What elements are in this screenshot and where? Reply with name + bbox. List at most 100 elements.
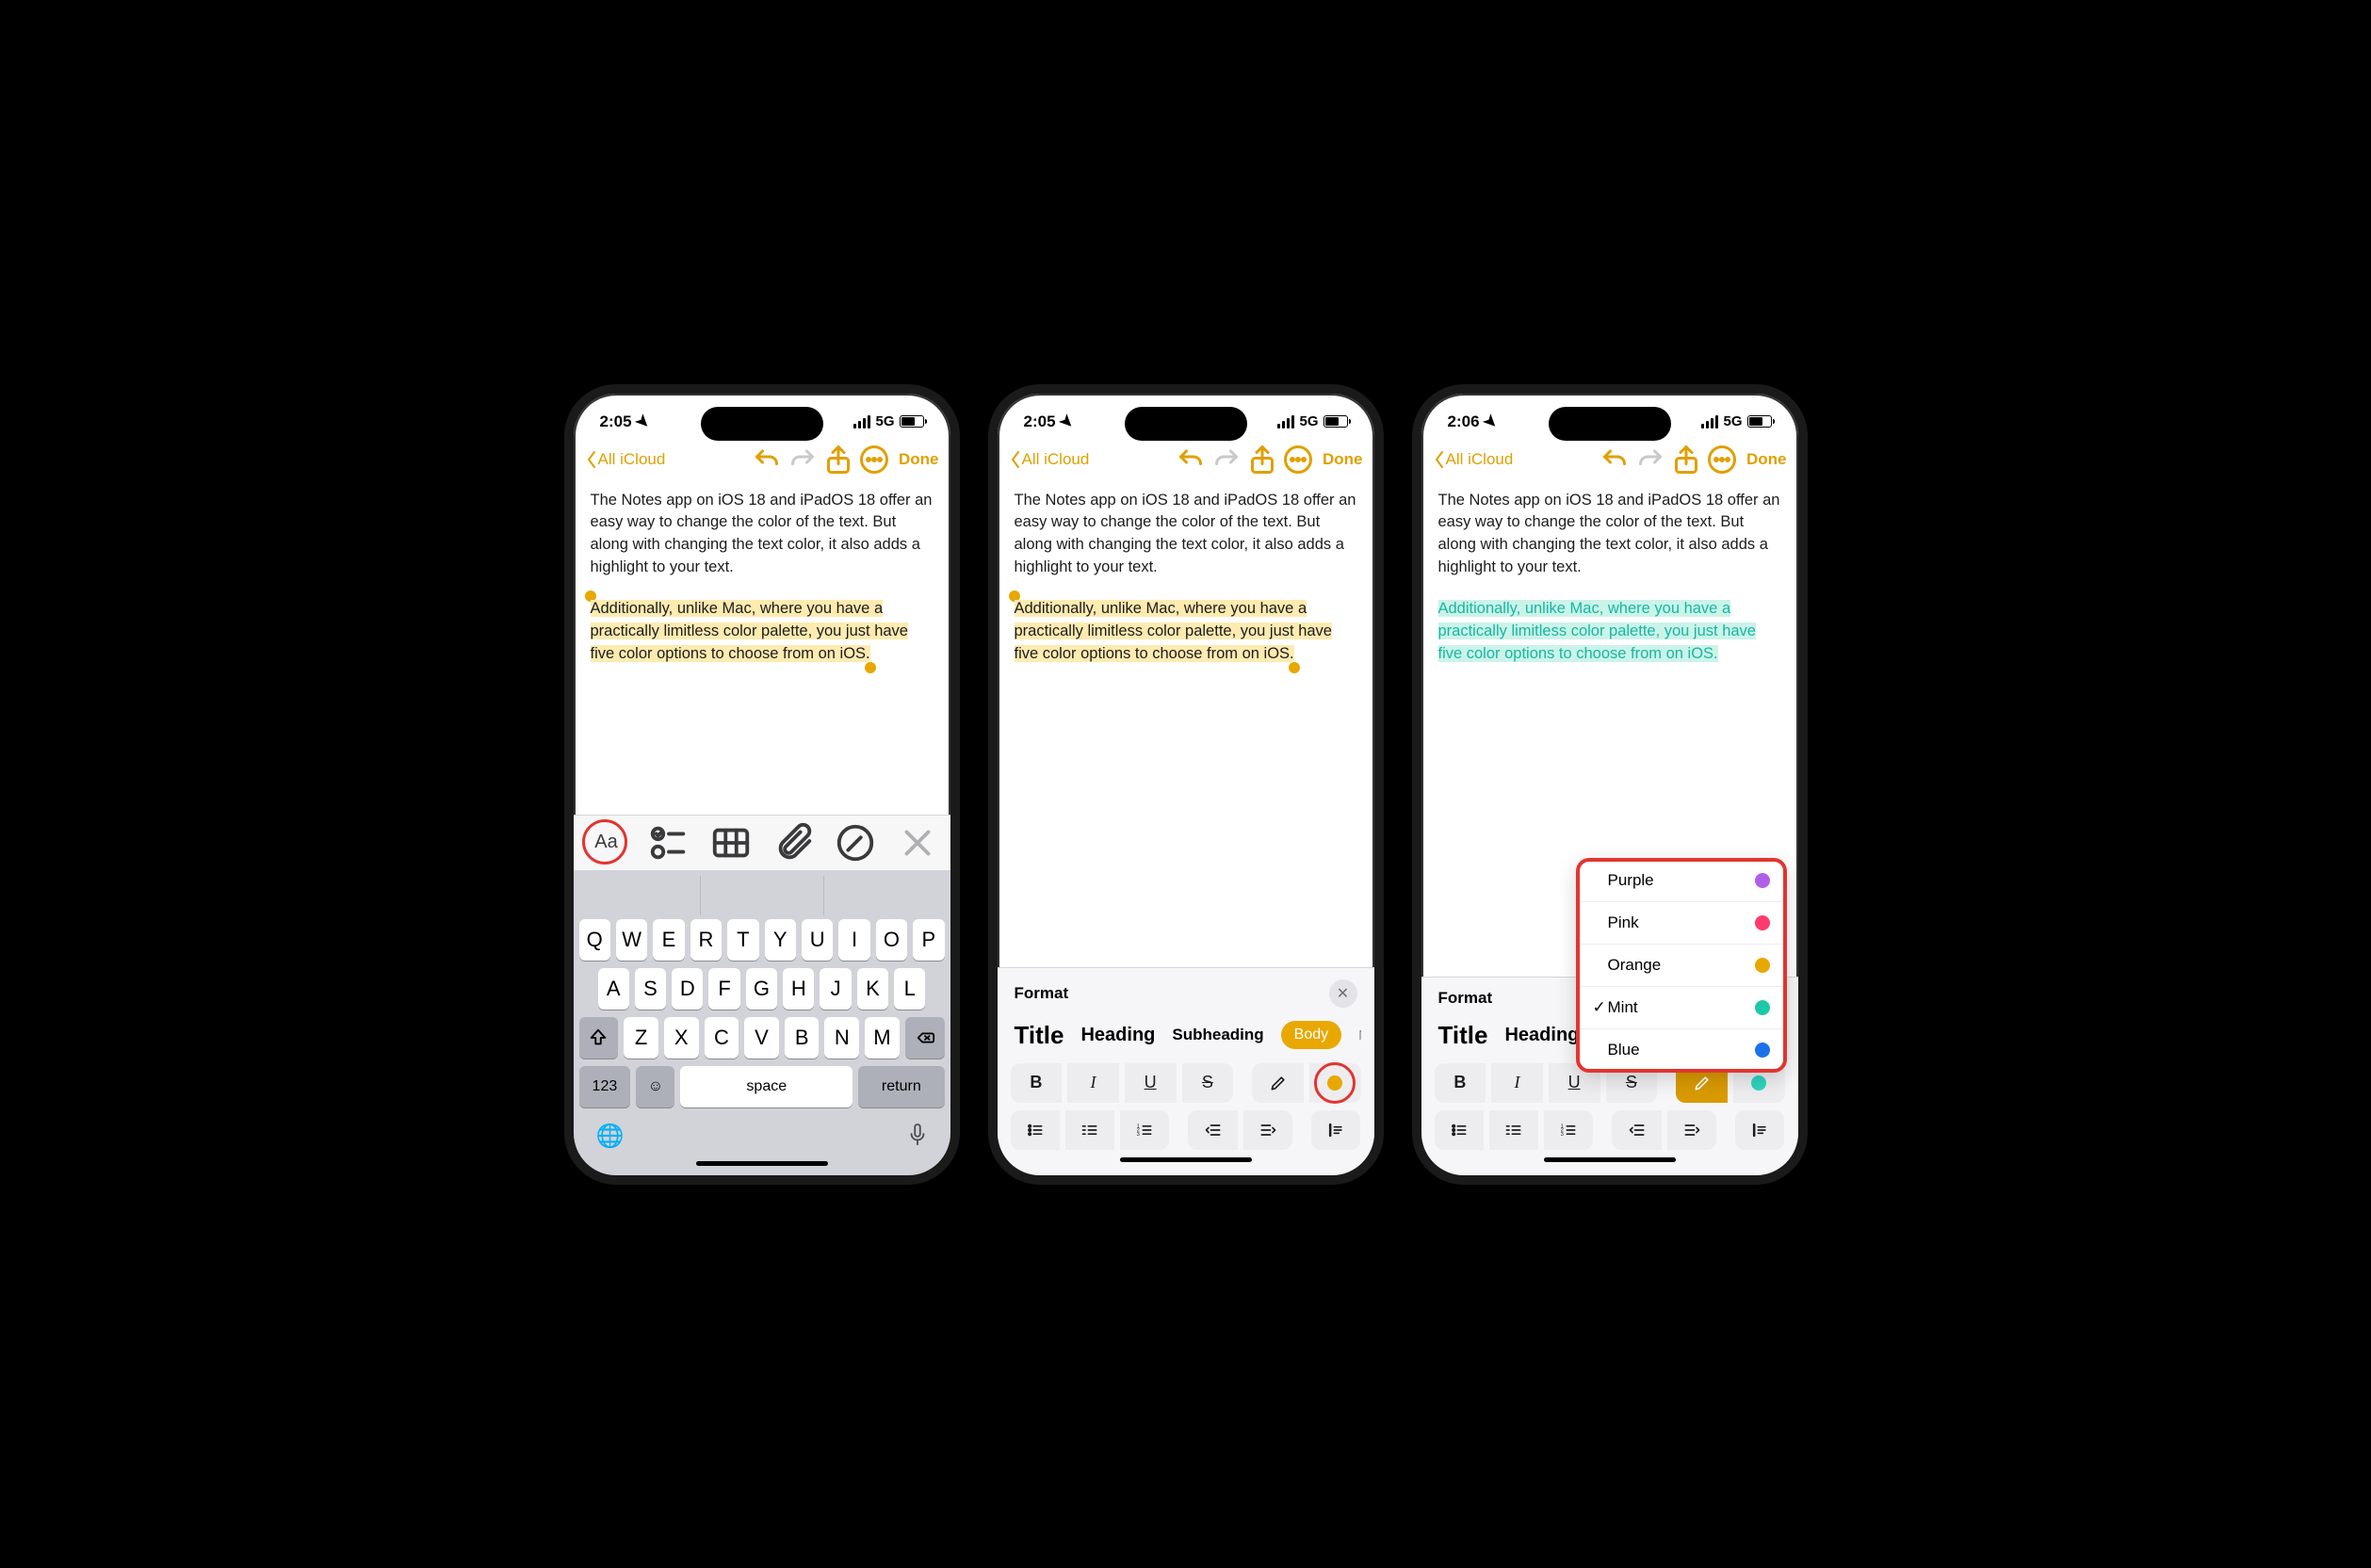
- numbers-key[interactable]: 123: [579, 1066, 631, 1107]
- more-icon[interactable]: [1705, 443, 1739, 477]
- bullet-list-button[interactable]: [1435, 1110, 1484, 1150]
- key-t[interactable]: T: [727, 919, 758, 961]
- shift-key[interactable]: [579, 1017, 619, 1059]
- checklist-button[interactable]: [647, 825, 690, 861]
- suggestion-bar[interactable]: [577, 876, 947, 915]
- style-body-selected[interactable]: Body: [1281, 1021, 1341, 1049]
- undo-icon[interactable]: [1598, 443, 1632, 477]
- back-button[interactable]: All iCloud: [1433, 450, 1514, 469]
- style-heading[interactable]: Heading: [1080, 1025, 1155, 1046]
- note-body[interactable]: The Notes app on iOS 18 and iPadOS 18 of…: [998, 486, 1374, 967]
- key-p[interactable]: P: [913, 919, 944, 961]
- key-x[interactable]: X: [664, 1017, 699, 1059]
- key-g[interactable]: G: [746, 968, 777, 1010]
- share-icon[interactable]: [1245, 443, 1279, 477]
- key-s[interactable]: S: [635, 968, 666, 1010]
- style-more[interactable]: Mo: [1358, 1027, 1360, 1043]
- key-a[interactable]: A: [598, 968, 629, 1010]
- selection-handle-end[interactable]: [865, 662, 876, 673]
- key-h[interactable]: H: [783, 968, 814, 1010]
- italic-button[interactable]: I: [1491, 1063, 1543, 1103]
- indent-button[interactable]: [1243, 1110, 1292, 1150]
- key-u[interactable]: U: [802, 919, 833, 961]
- bold-button[interactable]: B: [1011, 1063, 1063, 1103]
- markup-button[interactable]: [834, 825, 877, 861]
- bullet-list-button[interactable]: [1011, 1110, 1060, 1150]
- color-option-mint[interactable]: ✓Mint: [1578, 987, 1785, 1029]
- block-quote-button[interactable]: [1311, 1110, 1360, 1150]
- style-heading[interactable]: Heading: [1504, 1025, 1579, 1046]
- key-f[interactable]: F: [708, 968, 739, 1010]
- emoji-key[interactable]: ☺: [636, 1066, 674, 1107]
- back-button[interactable]: All iCloud: [1009, 450, 1090, 469]
- key-n[interactable]: N: [824, 1017, 859, 1059]
- indent-button[interactable]: [1667, 1110, 1716, 1150]
- style-title[interactable]: Title: [1438, 1021, 1488, 1050]
- more-icon[interactable]: [1281, 443, 1315, 477]
- key-d[interactable]: D: [672, 968, 703, 1010]
- style-subheading[interactable]: Subheading: [1172, 1026, 1263, 1044]
- space-key[interactable]: space: [680, 1066, 853, 1107]
- attachment-button[interactable]: [771, 825, 815, 861]
- done-button[interactable]: Done: [1323, 450, 1363, 469]
- note-body[interactable]: The Notes app on iOS 18 and iPadOS 18 of…: [574, 486, 950, 815]
- home-indicator[interactable]: [1120, 1157, 1252, 1162]
- paragraph-style-row[interactable]: Title Heading Subheading Body Mo: [1011, 1021, 1361, 1063]
- key-k[interactable]: K: [857, 968, 888, 1010]
- key-m[interactable]: M: [865, 1017, 900, 1059]
- italic-button[interactable]: I: [1067, 1063, 1119, 1103]
- strikethrough-button[interactable]: S: [1182, 1063, 1234, 1103]
- mic-icon[interactable]: [907, 1123, 928, 1152]
- format-panel-title: Format: [1438, 989, 1493, 1008]
- dash-list-button[interactable]: [1065, 1110, 1114, 1150]
- back-button[interactable]: All iCloud: [585, 450, 666, 469]
- close-format-button[interactable]: ✕: [1329, 979, 1357, 1008]
- key-b[interactable]: B: [785, 1017, 820, 1059]
- key-z[interactable]: Z: [624, 1017, 658, 1059]
- delete-key[interactable]: [905, 1017, 945, 1059]
- key-e[interactable]: E: [653, 919, 684, 961]
- home-indicator[interactable]: [696, 1161, 828, 1166]
- key-l[interactable]: L: [894, 968, 925, 1010]
- numbered-list-button[interactable]: 123: [1544, 1110, 1593, 1150]
- more-icon[interactable]: [857, 443, 891, 477]
- numbered-list-button[interactable]: 123: [1120, 1110, 1169, 1150]
- color-option-orange[interactable]: Orange: [1578, 945, 1785, 987]
- key-c[interactable]: C: [705, 1017, 739, 1059]
- color-option-blue[interactable]: Blue: [1578, 1029, 1785, 1071]
- block-quote-button[interactable]: [1735, 1110, 1784, 1150]
- outdent-button[interactable]: [1188, 1110, 1237, 1150]
- color-option-purple[interactable]: Purple: [1578, 860, 1785, 902]
- close-toolbar-button[interactable]: [896, 825, 939, 861]
- globe-icon[interactable]: 🌐: [596, 1123, 625, 1152]
- done-button[interactable]: Done: [1746, 450, 1787, 469]
- style-title[interactable]: Title: [1015, 1021, 1064, 1050]
- key-y[interactable]: Y: [765, 919, 796, 961]
- key-v[interactable]: V: [744, 1017, 779, 1059]
- dynamic-island: [1549, 407, 1671, 441]
- share-icon[interactable]: [1669, 443, 1703, 477]
- color-option-pink[interactable]: Pink: [1578, 902, 1785, 945]
- underline-button[interactable]: U: [1125, 1063, 1177, 1103]
- table-button[interactable]: [709, 825, 753, 861]
- share-icon[interactable]: [821, 443, 855, 477]
- undo-icon[interactable]: [1174, 443, 1208, 477]
- undo-icon[interactable]: [750, 443, 784, 477]
- dash-list-button[interactable]: [1489, 1110, 1538, 1150]
- redo-icon: [786, 443, 820, 477]
- selection-handle-end[interactable]: [1289, 662, 1300, 673]
- highlight-pen-button[interactable]: [1252, 1063, 1304, 1103]
- text-color-button[interactable]: [1309, 1063, 1361, 1103]
- key-i[interactable]: I: [838, 919, 869, 961]
- key-o[interactable]: O: [876, 919, 907, 961]
- outdent-button[interactable]: [1612, 1110, 1661, 1150]
- key-r[interactable]: R: [690, 919, 722, 961]
- key-j[interactable]: J: [820, 968, 851, 1010]
- home-indicator[interactable]: [1544, 1157, 1676, 1162]
- done-button[interactable]: Done: [899, 450, 939, 469]
- key-q[interactable]: Q: [579, 919, 610, 961]
- bold-button[interactable]: B: [1435, 1063, 1486, 1103]
- return-key[interactable]: return: [858, 1066, 944, 1107]
- text-format-button[interactable]: Aa: [585, 825, 628, 861]
- key-w[interactable]: W: [616, 919, 647, 961]
